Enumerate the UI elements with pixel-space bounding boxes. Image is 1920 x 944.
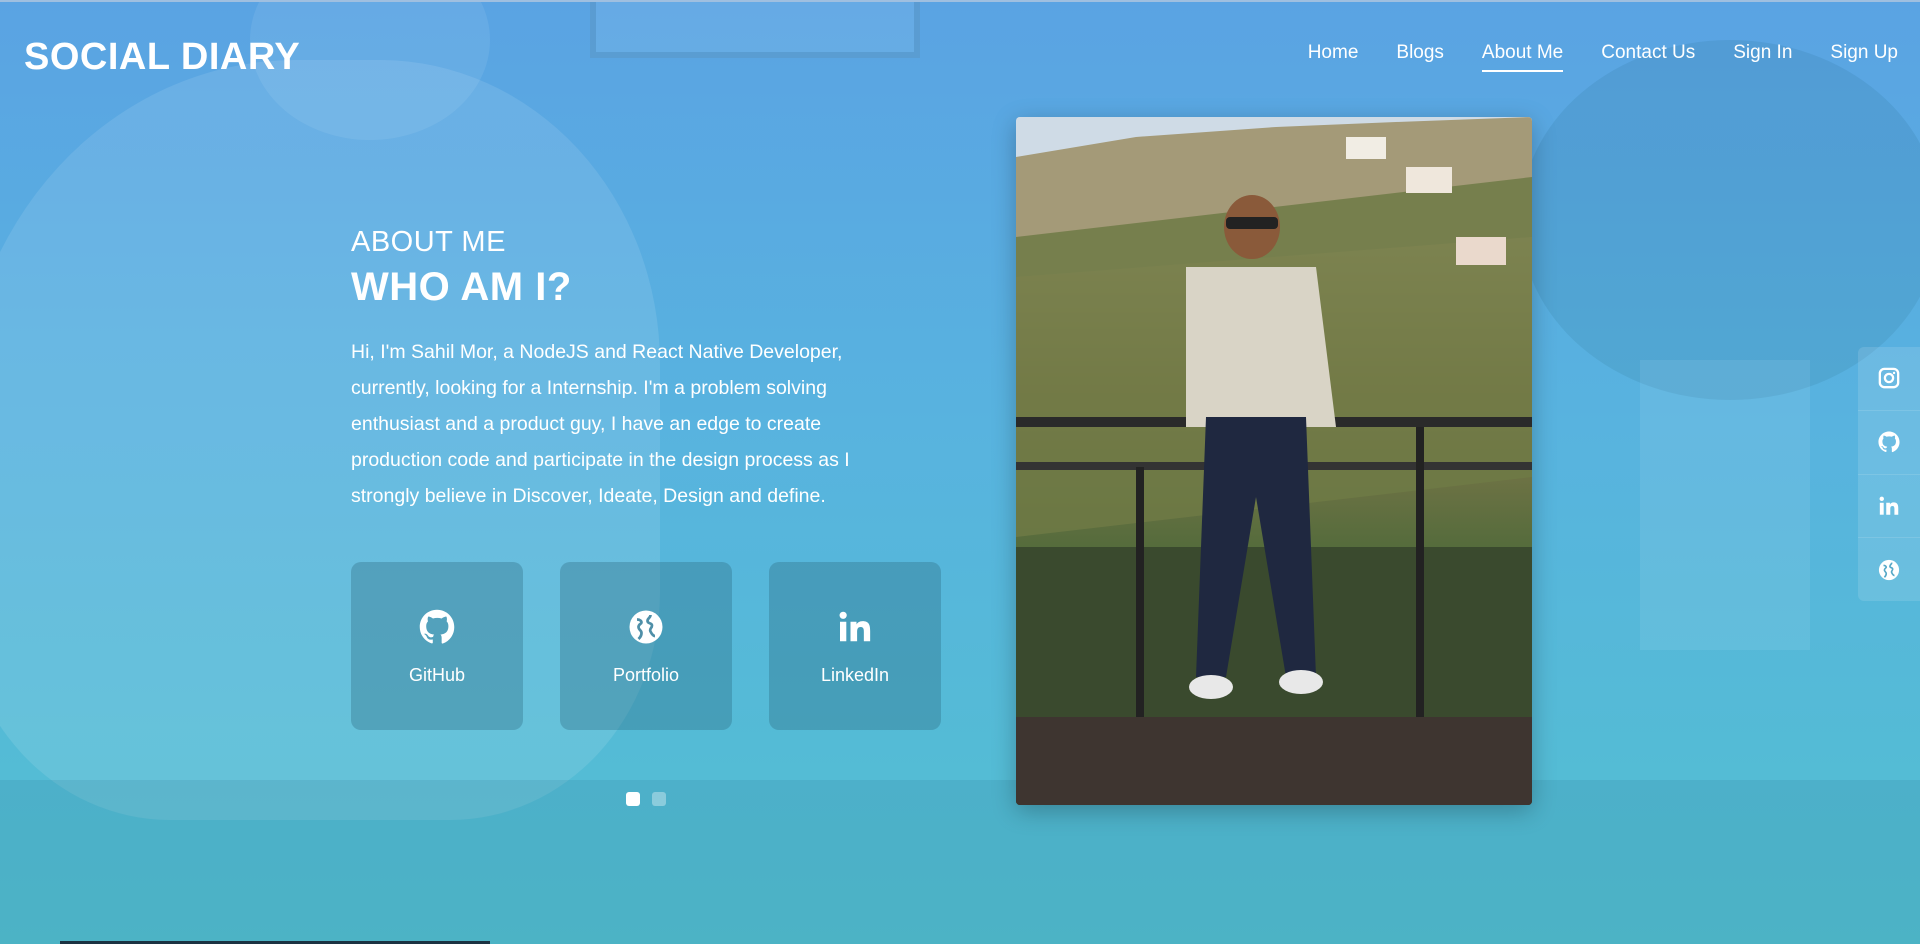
github-icon: [417, 607, 457, 647]
rail-instagram-link[interactable]: [1858, 347, 1920, 411]
nav-about-me[interactable]: About Me: [1481, 42, 1564, 72]
nav-sign-up[interactable]: Sign Up: [1830, 42, 1898, 72]
background-poster: [1640, 360, 1810, 650]
github-card-label: GitHub: [408, 664, 466, 685]
bio-text: Hi, I'm Sahil Mor, a NodeJS and React Na…: [351, 341, 850, 507]
instagram-icon: [1878, 368, 1900, 389]
linkedin-icon: [835, 607, 875, 647]
about-section: ABOUT ME WHO AM I? Hi, I'm Sahil Mor, a …: [351, 226, 951, 514]
github-card[interactable]: GitHub: [351, 562, 523, 730]
nav-home[interactable]: Home: [1308, 42, 1359, 72]
brand-logo[interactable]: SOCIAL DIARY: [24, 36, 300, 79]
nav-contact-us[interactable]: Contact Us: [1601, 42, 1695, 72]
main-nav: Home Blogs About Me Contact Us Sign In S…: [1308, 42, 1898, 72]
portfolio-card-label: Portfolio: [612, 664, 680, 685]
site-header: SOCIAL DIARY Home Blogs About Me Contact…: [0, 0, 1920, 110]
social-rail: [1858, 347, 1920, 601]
linkedin-card[interactable]: LinkedIn: [769, 562, 941, 730]
profile-photo-illustration: [1016, 117, 1532, 805]
link-cards: GitHub Portfolio LinkedIn: [351, 562, 941, 730]
github-icon: [1878, 431, 1900, 453]
carousel-indicators: [626, 792, 666, 806]
globe-icon: [626, 607, 666, 647]
profile-photo: [1016, 117, 1532, 805]
nav-sign-in[interactable]: Sign In: [1733, 42, 1792, 72]
background-table: [0, 780, 1920, 944]
page-title: WHO AM I?: [351, 265, 572, 309]
linkedin-card-label: LinkedIn: [820, 664, 890, 685]
background-photo: [0, 0, 1920, 944]
section-eyebrow: ABOUT ME: [351, 226, 506, 258]
globe-icon: [1878, 559, 1900, 580]
rail-github-link[interactable]: [1858, 411, 1920, 475]
portfolio-card[interactable]: Portfolio: [560, 562, 732, 730]
rail-linkedin-link[interactable]: [1858, 475, 1920, 539]
carousel-dot-2[interactable]: [652, 792, 666, 806]
carousel-dot-1[interactable]: [626, 792, 640, 806]
linkedin-icon: [1879, 496, 1899, 515]
nav-blogs[interactable]: Blogs: [1396, 42, 1444, 72]
rail-website-link[interactable]: [1858, 538, 1920, 601]
